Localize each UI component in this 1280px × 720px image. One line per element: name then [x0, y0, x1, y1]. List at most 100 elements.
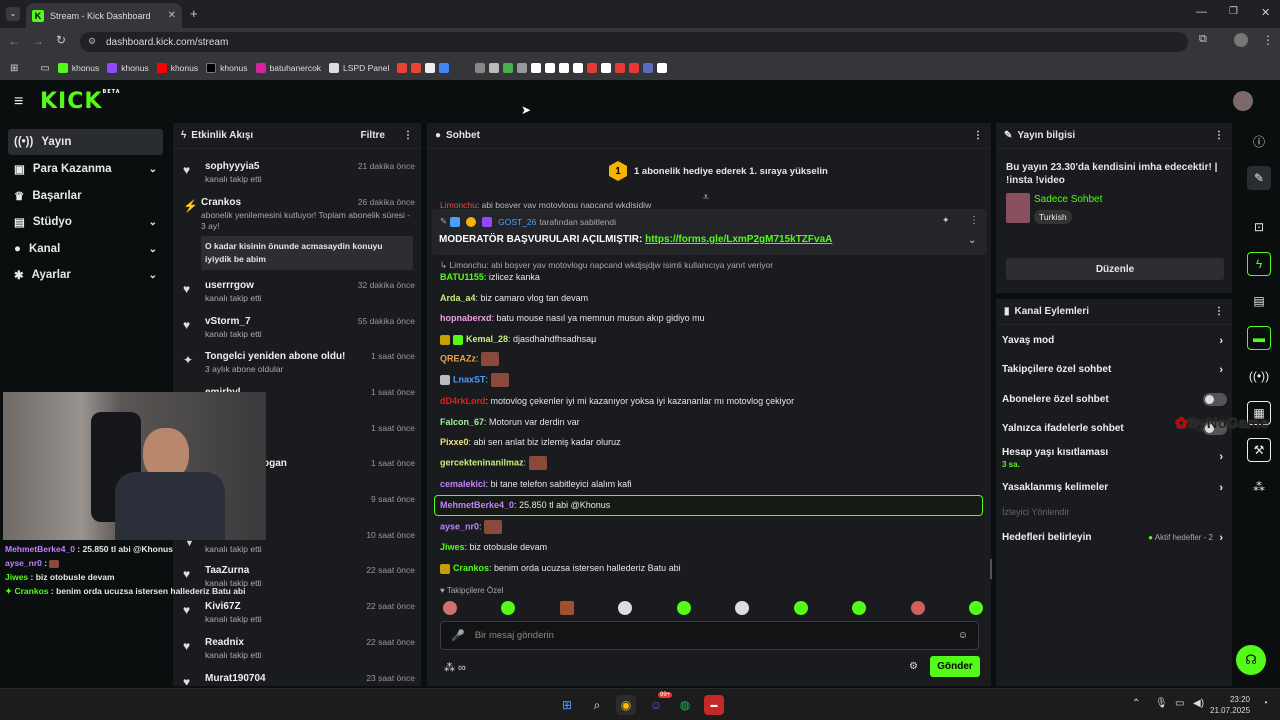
chat-message: dD4rkLord: motovlog çekenler iyi mi kaza…: [440, 396, 795, 406]
microphone-icon[interactable]: 🎙: [1155, 698, 1168, 709]
resub-message: O kadar kisinin önunde acmasaydin konuyu…: [201, 236, 413, 270]
action-banned-words[interactable]: Yasaklanmış kelimeler ›: [1002, 482, 1227, 494]
nav-kanal[interactable]: ● Kanal ⌄: [8, 236, 163, 262]
unpin-icon[interactable]: ✦: [942, 215, 950, 226]
more-options-icon[interactable]: ⋮: [1214, 130, 1224, 141]
category-name[interactable]: Sadece Sohbet: [1034, 194, 1102, 205]
chat-scrollbar[interactable]: [990, 559, 992, 579]
nav-basarilar[interactable]: ♛ Başarılar: [8, 183, 163, 209]
bookmark-youtube[interactable]: khonus: [156, 63, 198, 73]
activity-item: ♥ userrrgow kanalı takip etti 32 dakika önc…: [183, 280, 415, 303]
edit-button[interactable]: Düzenle: [1006, 258, 1224, 280]
bookmark-x[interactable]: khonus: [206, 63, 248, 73]
pinned-link[interactable]: https://forms.gle/LxmP2gM715kTZFvaA: [645, 234, 832, 245]
subs-only-toggle[interactable]: [1203, 393, 1227, 406]
clipboard-icon[interactable]: ▤: [1247, 289, 1271, 313]
action-followers-only[interactable]: Takipçilere özel sohbet ›: [1002, 364, 1227, 376]
app-icon[interactable]: ▬: [704, 695, 724, 715]
heart-icon: ♥: [183, 675, 191, 685]
chrome-icon[interactable]: ◉: [616, 695, 636, 715]
bookmark-twitch[interactable]: khonus: [107, 63, 149, 73]
bookmark-icons[interactable]: [397, 63, 668, 73]
chat-message: Crankos: benim orda ucuzsa istersen hall…: [440, 563, 681, 574]
bookmarks-bar: ⊞ ▭ khonus khonus khonus khonus batuhane…: [0, 56, 1280, 80]
tab-title: Stream - Kick Dashboard: [50, 10, 151, 21]
more-options-icon[interactable]: ⋮: [1214, 306, 1224, 317]
user-avatar[interactable]: [1233, 91, 1253, 111]
edit-icon[interactable]: ✎: [1247, 166, 1271, 190]
url-field[interactable]: ⚙ dashboard.kick.com/stream: [80, 32, 1188, 52]
chat-bubble-icon: ●: [435, 130, 442, 141]
info-icon[interactable]: ⓘ: [1247, 129, 1271, 153]
scroll-arrow-icon[interactable]: ⩡: [703, 192, 709, 203]
clock[interactable]: 23:20 21.07.2025: [1210, 694, 1250, 716]
minimize-icon[interactable]: —: [1196, 6, 1207, 18]
chat-message: BATU1155: izlicez kanka: [440, 272, 540, 282]
spotify-icon[interactable]: ◍: [675, 695, 695, 715]
chat-settings-icon[interactable]: ⚙: [909, 661, 918, 672]
emoji-icon[interactable]: ☺: [958, 630, 968, 641]
notifications-icon[interactable]: ◔: [1262, 698, 1268, 709]
channel-actions-header: ▮ Kanal Eylemleri ⋮: [996, 299, 1232, 325]
nav-para-kazanma[interactable]: ▣ Para Kazanma ⌄: [8, 156, 163, 182]
profile-avatar[interactable]: [1234, 33, 1248, 47]
close-tab-icon[interactable]: ✕: [168, 10, 176, 21]
windows-start-icon[interactable]: ⊞: [557, 695, 577, 715]
chevron-down-icon[interactable]: ⌄: [968, 235, 976, 246]
tab-search-icon[interactable]: ⌄: [6, 7, 20, 21]
broadcast-icon[interactable]: ((•)): [1247, 364, 1271, 388]
apps-icon[interactable]: ⊞: [10, 63, 18, 74]
maximize-icon[interactable]: ❐: [1229, 6, 1238, 17]
close-window-icon[interactable]: ✕: [1261, 6, 1270, 19]
stream-title: Bu yayın 23.30'da kendisini imha edecekt…: [1006, 162, 1218, 186]
beta-badge: BETA: [102, 89, 121, 95]
points-icon[interactable]: ⁂ ∞: [444, 661, 466, 674]
bolt-icon[interactable]: ϟ: [1247, 252, 1271, 276]
pin-icon: ✎: [440, 216, 448, 226]
bookmark-instagram[interactable]: batuhanercok: [255, 63, 321, 73]
overlay-chat: MehmetBerke4_0 : 25.850 tl abi @Khonus a…: [5, 542, 265, 598]
nav-ayarlar[interactable]: ✱ Ayarlar ⌄: [8, 262, 163, 288]
bookmark-lspd[interactable]: LSPD Panel: [329, 63, 389, 73]
emote-picker-row[interactable]: [443, 601, 983, 615]
screen-icon[interactable]: ⊡: [1247, 215, 1271, 239]
chat-icon[interactable]: ▬: [1247, 326, 1271, 350]
back-icon[interactable]: ←: [8, 34, 20, 48]
more-options-icon[interactable]: ⋮: [403, 130, 413, 141]
forward-icon[interactable]: →: [32, 34, 44, 48]
network-icon[interactable]: ▭: [1175, 698, 1184, 709]
apps-icon[interactable]: ⁂: [1247, 475, 1271, 499]
action-account-age[interactable]: Hesap yaşı kısıtlaması 3 sa. ›: [1002, 447, 1227, 469]
emote-image: [481, 352, 500, 366]
nav-yayin[interactable]: ((•)) Yayın: [8, 129, 163, 155]
new-tab-icon[interactable]: +: [190, 6, 198, 21]
chat-input[interactable]: 🎤 Bir mesaj gönderin ☺: [440, 621, 979, 650]
support-headset-icon[interactable]: ☊: [1236, 645, 1266, 675]
folder-icon[interactable]: ▭: [40, 63, 49, 74]
filter-button[interactable]: Filtre: [361, 130, 385, 141]
hamburger-menu-icon[interactable]: ≡: [14, 93, 23, 111]
pinned-message: ✎ GOST_26 tarafından sabitlendi ✦ ⋮ MODER…: [432, 209, 987, 255]
bookmark-kick[interactable]: khonus: [57, 63, 99, 73]
send-button[interactable]: Gönder: [930, 656, 980, 677]
discord-icon[interactable]: ☺ 99+: [646, 692, 673, 715]
browser-menu-icon[interactable]: ⋮: [1262, 33, 1274, 47]
microphone-icon[interactable]: 🎤: [451, 629, 465, 642]
more-options-icon[interactable]: ⋮: [973, 130, 983, 141]
site-info-icon[interactable]: ⚙: [88, 36, 96, 47]
nav-studyo[interactable]: ▤ Stüdyo ⌄: [8, 209, 163, 235]
more-options-icon[interactable]: ⋮: [969, 215, 979, 226]
extensions-icon[interactable]: ⧉: [1199, 33, 1207, 46]
wrench-icon[interactable]: ⚒: [1247, 438, 1271, 462]
reload-icon[interactable]: ↻: [56, 33, 66, 47]
action-goals[interactable]: Hedefleri belirleyin ● Aktif hedefler - 2…: [1002, 532, 1227, 544]
browser-tab[interactable]: K Stream - Kick Dashboard ✕: [26, 3, 182, 28]
chat-message: Arda_a4: biz camaro vlog tan devam: [440, 293, 589, 303]
gift-sub-banner[interactable]: 1 1 abonelik hediye ederek 1. sıraya yük…: [609, 161, 828, 181]
volume-icon[interactable]: ◀): [1193, 698, 1204, 709]
action-slow-mode[interactable]: Yavaş mod ›: [1002, 335, 1227, 347]
emote-image: [484, 520, 503, 534]
tray-chevron-icon[interactable]: ⌃: [1132, 698, 1140, 709]
search-icon[interactable]: ⌕: [587, 695, 607, 715]
kick-logo[interactable]: KICKBETA: [40, 89, 121, 114]
